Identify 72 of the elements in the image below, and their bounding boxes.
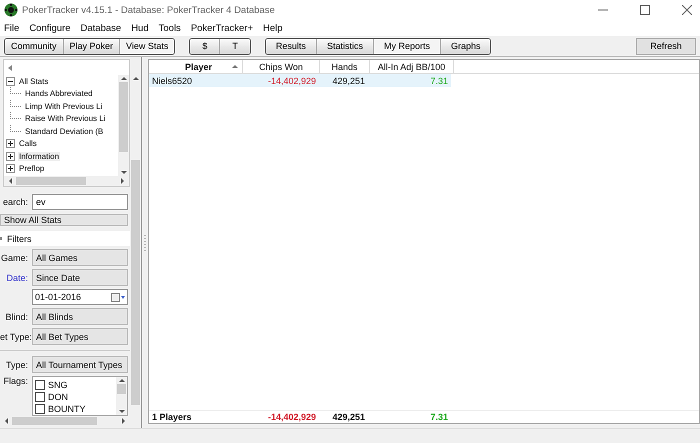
close-icon[interactable] <box>682 5 692 15</box>
vertical-scrollbar[interactable] <box>118 75 129 176</box>
expand-icon[interactable] <box>6 164 15 174</box>
filter-label: Blind: <box>4 312 28 322</box>
filter-dropdown[interactable]: All Tournament Types <box>32 356 128 373</box>
toolbar-tab[interactable]: $ <box>190 38 220 54</box>
menu-item[interactable]: Database <box>80 22 122 34</box>
total-cell-text: 429,251 <box>331 412 366 422</box>
table-cell-text: 7.31 <box>429 76 449 86</box>
toolbar-tab[interactable]: Results <box>266 38 317 54</box>
total-cell-text: 1 Players <box>151 412 193 422</box>
table-cell-text: Niels6520 <box>151 76 194 86</box>
refresh-button[interactable]: Refresh <box>636 38 696 54</box>
column-header[interactable]: Chips Won <box>243 60 320 73</box>
expand-icon[interactable] <box>6 139 15 148</box>
table-cell-text: 429,251 <box>331 76 366 86</box>
toolbar-tab[interactable]: My Reports <box>374 38 441 54</box>
tree-item[interactable]: Limp With Previous Li <box>24 102 104 111</box>
tree-item[interactable]: Information <box>18 152 60 161</box>
checkbox-label: BOUNTY <box>48 404 86 414</box>
menu-item[interactable]: PokerTracker+ <box>190 22 254 34</box>
calendar-icon[interactable] <box>111 292 125 302</box>
column-header[interactable]: All-In Adj BB/100 <box>370 60 454 73</box>
search-field[interactable]: ev <box>32 194 128 210</box>
date-field[interactable]: 01-01-2016 <box>32 289 128 305</box>
maximize-icon[interactable] <box>640 5 650 15</box>
toolbar-tab[interactable]: Play Poker <box>64 38 120 54</box>
stat-filter-dropdown[interactable]: Show All Stats <box>0 214 128 226</box>
menu-item[interactable]: Help <box>263 22 283 34</box>
toolbar-tab[interactable]: Graphs <box>440 38 490 54</box>
tree-item[interactable]: Calls <box>18 139 38 148</box>
toolbar-tab[interactable]: T <box>220 38 250 54</box>
total-cell-text: -14,402,929 <box>266 412 317 422</box>
menu-item[interactable]: Hud <box>131 22 149 34</box>
collapse-arrow-icon[interactable] <box>8 65 12 71</box>
search-label: earch: <box>2 197 28 208</box>
filter-label: Type: <box>4 360 28 370</box>
filter-dropdown[interactable]: All Bet Types <box>32 328 128 345</box>
checkbox[interactable] <box>35 392 45 402</box>
expand-icon[interactable] <box>6 152 15 161</box>
vertical-scrollbar[interactable] <box>116 377 127 415</box>
tree-item[interactable]: Standard Deviation (B <box>24 126 104 136</box>
menu-item[interactable]: File <box>4 22 20 34</box>
table-cell-text: -14,402,929 <box>266 76 317 86</box>
toolbar-tab[interactable]: Statistics <box>316 38 374 54</box>
column-header[interactable]: Hands <box>320 60 370 73</box>
checkbox[interactable] <box>35 404 45 414</box>
horizontal-scrollbar[interactable] <box>4 176 129 186</box>
tree-item[interactable]: All Stats <box>18 76 50 86</box>
tree-item[interactable]: Raise With Previous Li <box>24 114 106 124</box>
checkbox[interactable] <box>35 380 45 390</box>
toolbar-tab[interactable]: Community <box>5 38 64 54</box>
menu-item[interactable]: Tools <box>158 22 181 34</box>
total-cell-text: 7.31 <box>429 412 449 422</box>
filter-label: Date: <box>5 272 28 282</box>
checkbox-label: DON <box>48 392 68 402</box>
poker-chip-icon <box>4 3 18 17</box>
filter-dropdown[interactable]: Since Date <box>32 269 128 286</box>
tree-item[interactable]: Hands Abbreviated <box>24 89 94 98</box>
toolbar-tab[interactable]: View Stats <box>120 38 174 54</box>
column-header[interactable]: Player <box>149 60 243 73</box>
filters-heading: Filters <box>7 234 32 244</box>
checkbox-label: SNG <box>48 380 68 390</box>
filter-label: Game: <box>0 252 28 262</box>
table-row[interactable]: Niels6520 -14,402,929 429,251 7.31 <box>149 74 451 87</box>
window-title: PokerTracker v4.15.1 - Database: PokerTracker 4 Database <box>22 4 275 16</box>
menu-item[interactable]: Configure <box>29 22 71 34</box>
tree-item[interactable]: Preflop <box>18 164 46 174</box>
filter-dropdown[interactable]: All Games <box>32 249 128 266</box>
collapse-icon[interactable] <box>6 76 15 86</box>
filter-label: Flags: <box>2 376 28 386</box>
filter-dropdown[interactable]: All Blinds <box>32 308 128 325</box>
